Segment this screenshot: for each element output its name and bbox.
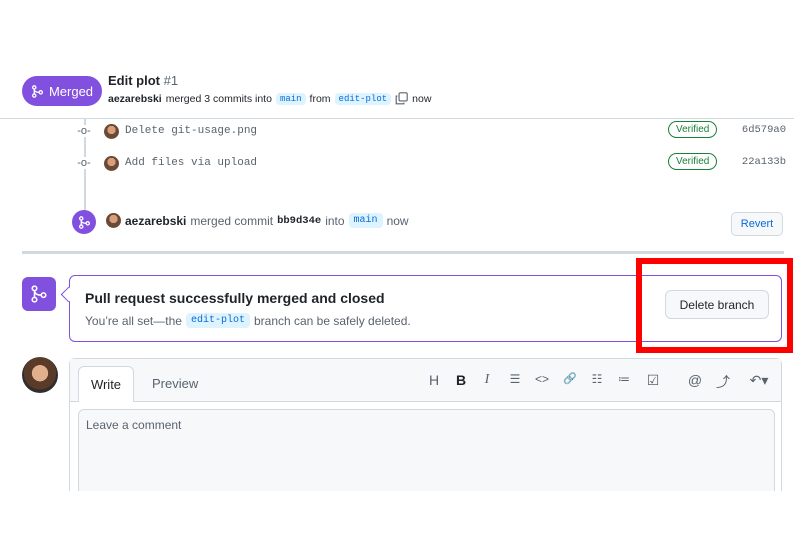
merged-status-badge: Merged [22, 76, 102, 106]
header-divider [0, 118, 794, 119]
ordered-list-icon[interactable]: ≔ [615, 372, 633, 386]
comment-textarea[interactable] [78, 409, 775, 497]
revert-button[interactable]: Revert [731, 212, 783, 236]
merged-sub-suffix: branch can be safely deleted. [253, 313, 411, 328]
merged-side-icon [22, 277, 56, 311]
copy-icon[interactable] [395, 92, 408, 105]
timeline-divider [22, 251, 784, 254]
code-icon[interactable]: <> [533, 372, 551, 386]
pr-title: Edit plot #1 [108, 73, 178, 88]
merge-event: aezarebski merged commit bb9d34e into ma… [106, 213, 409, 228]
git-merge-icon [31, 285, 47, 303]
merged-subtitle: You’re all set—the edit-plot branch can … [85, 313, 411, 328]
commit-sha[interactable]: 6d579a0 [742, 124, 786, 136]
pr-title-text: Edit plot [108, 73, 160, 88]
mention-icon[interactable]: @ [686, 372, 704, 388]
merged-branch-chip[interactable]: edit-plot [185, 313, 250, 328]
git-merge-icon [78, 215, 90, 229]
commit-icon: -o- [76, 125, 92, 137]
pr-number: #1 [163, 73, 179, 88]
link-icon[interactable]: 🔗 [561, 372, 579, 385]
merge-event-text: merged commit [190, 213, 274, 228]
merge-event-icon [72, 210, 96, 234]
comment-placeholder: Leave a comment [86, 418, 182, 432]
unordered-list-icon[interactable]: ☷ [588, 372, 606, 386]
commit-message[interactable]: Delete git-usage.png [125, 125, 257, 137]
avatar[interactable] [104, 155, 119, 171]
italic-icon[interactable]: I [478, 372, 496, 388]
reference-icon[interactable]: ⤴ [714, 372, 732, 392]
pr-meta: aezarebski merged 3 commits into main fr… [108, 92, 431, 105]
verified-badge[interactable]: Verified [668, 153, 718, 170]
reply-icon[interactable]: ↶▾ [745, 372, 773, 389]
head-branch-chip[interactable]: edit-plot [334, 92, 392, 105]
commit-row: -o- Delete git-usage.png Verified 6d579a… [76, 120, 786, 142]
bold-icon[interactable]: B [452, 372, 470, 388]
tab-preview[interactable]: Preview [152, 376, 198, 391]
pr-author-link[interactable]: aezarebski [108, 93, 162, 105]
quote-icon[interactable]: ☰ [506, 372, 524, 386]
merge-author-link[interactable]: aezarebski [125, 214, 186, 228]
highlight-annotation [636, 258, 793, 353]
tab-write[interactable]: Write [78, 366, 134, 402]
badge-label: Merged [48, 83, 94, 99]
avatar[interactable] [104, 123, 119, 139]
from-text: from [309, 92, 331, 105]
pr-time: now [412, 92, 432, 105]
into-text: into [325, 213, 345, 228]
merge-time: now [386, 213, 409, 228]
merge-commit-sha[interactable]: bb9d34e [277, 215, 321, 227]
heading-icon[interactable]: H [425, 372, 443, 388]
pr-meta-text: merged 3 commits into [165, 92, 272, 105]
user-avatar[interactable] [22, 357, 58, 393]
verified-badge[interactable]: Verified [668, 121, 718, 138]
bottom-whitespace [0, 491, 794, 559]
commit-message[interactable]: Add files via upload [125, 157, 257, 169]
avatar[interactable] [106, 213, 121, 228]
merge-branch-chip[interactable]: main [348, 213, 383, 228]
task-list-icon[interactable]: ☑ [644, 372, 662, 389]
git-merge-icon [31, 84, 43, 98]
merged-sub-prefix: You’re all set—the [85, 313, 182, 328]
base-branch-chip[interactable]: main [275, 92, 306, 105]
commit-sha[interactable]: 22a133b [742, 156, 786, 168]
merged-title: Pull request successfully merged and clo… [85, 290, 385, 306]
commit-icon: -o- [76, 157, 92, 169]
commit-row: -o- Add files via upload Verified 22a133… [76, 152, 786, 174]
